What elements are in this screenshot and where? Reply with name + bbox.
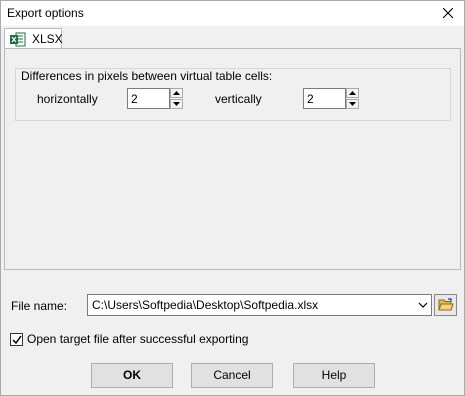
open-after-export-checkbox[interactable]: [10, 333, 23, 346]
export-options-dialog: Export options XLSX Differences in pixel…: [0, 0, 465, 396]
close-icon: [443, 8, 453, 18]
close-button[interactable]: [432, 1, 464, 26]
tab-panel-xlsx: Differences in pixels between virtual ta…: [4, 48, 461, 270]
vertically-label: vertically: [215, 92, 262, 106]
horizontal-spinner: [170, 88, 183, 109]
dialog-title: Export options: [7, 6, 84, 20]
title-bar: Export options: [1, 1, 464, 26]
arrow-down-icon: [173, 102, 180, 106]
help-button[interactable]: Help: [293, 363, 375, 388]
arrow-down-icon: [349, 102, 356, 106]
open-folder-icon: [438, 298, 454, 311]
vertical-increment-button[interactable]: [346, 88, 359, 98]
group-title: Differences in pixels between virtual ta…: [21, 69, 273, 83]
horizontally-label: horizontally: [37, 92, 98, 106]
help-button-label: Help: [321, 368, 347, 382]
tab-xlsx[interactable]: XLSX: [4, 28, 63, 49]
horizontal-decrement-button[interactable]: [170, 99, 183, 109]
file-name-label: File name:: [11, 299, 68, 313]
excel-icon: [10, 32, 26, 47]
open-after-export-label[interactable]: Open target file after successful export…: [27, 332, 248, 346]
arrow-up-icon: [173, 91, 180, 95]
arrow-up-icon: [349, 91, 356, 95]
tab-label: XLSX: [32, 32, 63, 46]
chevron-down-icon[interactable]: [418, 300, 428, 310]
file-path-value: C:\Users\Softpedia\Desktop\Softpedia.xls…: [92, 298, 319, 312]
vertical-spinner: [346, 88, 359, 109]
browse-folder-button[interactable]: [434, 294, 457, 316]
cell-spacing-group: Differences in pixels between virtual ta…: [15, 68, 451, 121]
file-name-combobox[interactable]: C:\Users\Softpedia\Desktop\Softpedia.xls…: [87, 294, 432, 316]
cancel-button[interactable]: Cancel: [191, 363, 273, 388]
vertical-decrement-button[interactable]: [346, 99, 359, 109]
checkmark-icon: [12, 335, 22, 345]
horizontal-increment-button[interactable]: [170, 88, 183, 98]
horizontal-spin-input[interactable]: [127, 88, 170, 109]
ok-button[interactable]: OK: [91, 363, 173, 388]
vertical-spin-input[interactable]: [303, 88, 346, 109]
